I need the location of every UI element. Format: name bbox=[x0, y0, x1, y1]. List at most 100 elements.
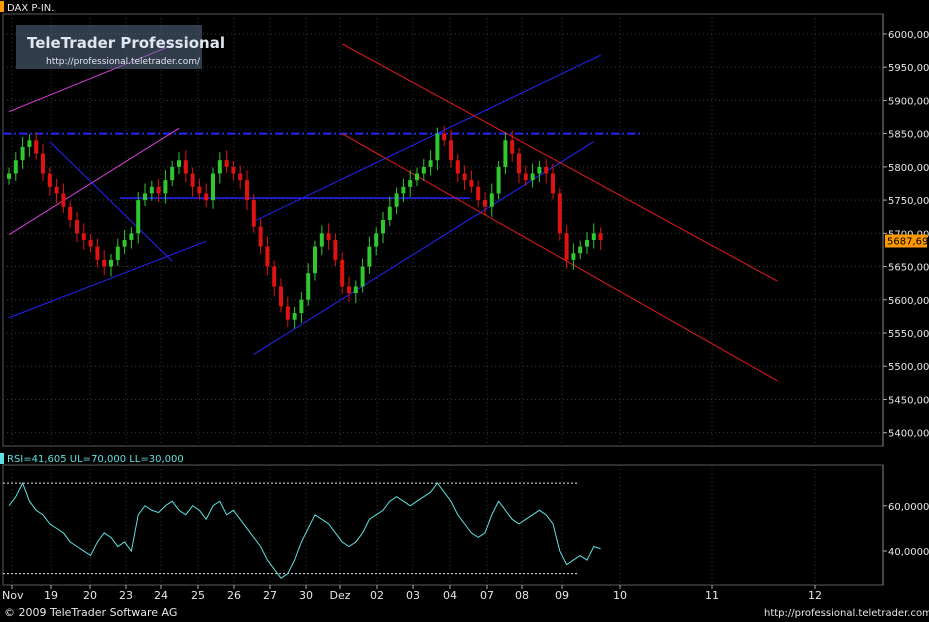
candle-body bbox=[476, 187, 480, 200]
candle-body bbox=[340, 260, 344, 287]
price-tick-label: 5400,00 bbox=[888, 429, 929, 440]
x-tick-label: 09 bbox=[555, 589, 569, 602]
candle-body bbox=[157, 187, 161, 194]
candle-body bbox=[327, 233, 331, 240]
candle-body bbox=[456, 160, 460, 173]
candle-body bbox=[204, 193, 208, 200]
candle-body bbox=[374, 233, 378, 246]
x-tick-label: 26 bbox=[227, 589, 241, 602]
candle-body bbox=[395, 193, 399, 206]
candle-body bbox=[136, 200, 140, 233]
candle-body bbox=[150, 187, 154, 194]
candle-body bbox=[565, 233, 569, 260]
candle-body bbox=[123, 240, 127, 247]
instrument-marker bbox=[0, 1, 4, 12]
candle-body bbox=[571, 253, 575, 260]
x-tick-label: 20 bbox=[83, 589, 97, 602]
x-tick-label: 30 bbox=[299, 589, 313, 602]
candle-body bbox=[225, 160, 229, 167]
candle-body bbox=[211, 174, 215, 201]
candle-body bbox=[7, 174, 11, 179]
candle-body bbox=[245, 180, 249, 200]
candle-body bbox=[415, 174, 419, 181]
logo-url: http://professional.teletrader.com/ bbox=[46, 57, 201, 67]
x-tick-label: 25 bbox=[191, 589, 205, 602]
candle bbox=[558, 187, 562, 240]
candle-body bbox=[218, 160, 222, 173]
instrument-label: DAX P-IN. bbox=[7, 3, 54, 14]
candle-body bbox=[435, 134, 439, 161]
candle-body bbox=[82, 233, 86, 240]
candle-body bbox=[191, 174, 195, 187]
candle-body bbox=[102, 260, 106, 267]
chart-window: 6000,005950,005900,005850,005800,005750,… bbox=[0, 0, 929, 622]
candle-body bbox=[354, 286, 358, 293]
candle-body bbox=[163, 180, 167, 193]
price-tick-label: 5800,00 bbox=[888, 163, 929, 174]
candle-body bbox=[286, 306, 290, 319]
last-price-label: 5687,69 bbox=[887, 237, 928, 248]
candle-body bbox=[503, 140, 507, 167]
candle-body bbox=[61, 193, 65, 206]
candle-body bbox=[381, 220, 385, 233]
candle-body bbox=[490, 193, 494, 206]
candle-body bbox=[401, 187, 405, 194]
x-tick-label: 19 bbox=[44, 589, 58, 602]
candle-body bbox=[524, 174, 528, 181]
rsi-tick-label: 60,0000 bbox=[888, 502, 929, 513]
candle-body bbox=[429, 160, 433, 167]
candle-body bbox=[469, 180, 473, 187]
candle-body bbox=[75, 220, 79, 233]
candle-body bbox=[259, 227, 263, 247]
candle-body bbox=[21, 147, 25, 160]
candle-body bbox=[89, 240, 93, 247]
candle-body bbox=[544, 167, 548, 174]
candle-body bbox=[320, 233, 324, 246]
footer-copyright: © 2009 TeleTrader Software AG bbox=[4, 606, 177, 619]
x-tick-label: 02 bbox=[370, 589, 384, 602]
rsi-title: RSI=41,605 UL=70,000 LL=30,000 bbox=[7, 454, 184, 465]
candle-body bbox=[313, 247, 317, 274]
candle-body bbox=[333, 240, 337, 260]
candle-body bbox=[599, 233, 603, 240]
candle-body bbox=[367, 247, 371, 267]
candle-body bbox=[34, 140, 38, 153]
price-tick-label: 6000,00 bbox=[888, 30, 929, 41]
x-tick-label: 11 bbox=[705, 589, 719, 602]
candle-body bbox=[279, 286, 283, 306]
candle-body bbox=[109, 260, 113, 267]
candle-body bbox=[531, 174, 535, 181]
price-tick-label: 5450,00 bbox=[888, 395, 929, 406]
candle-body bbox=[517, 154, 521, 174]
price-tick-label: 5650,00 bbox=[888, 263, 929, 274]
candle-body bbox=[231, 167, 235, 174]
price-tick-label: 5950,00 bbox=[888, 63, 929, 74]
candle-body bbox=[14, 160, 18, 173]
candle-body bbox=[442, 134, 446, 141]
x-tick-label: 03 bbox=[406, 589, 420, 602]
candle-body bbox=[578, 247, 582, 254]
x-tick-label: 24 bbox=[154, 589, 168, 602]
price-tick-label: 5550,00 bbox=[888, 329, 929, 340]
candle-body bbox=[48, 174, 52, 187]
x-tick-label: 12 bbox=[808, 589, 822, 602]
price-tick-label: 5850,00 bbox=[888, 130, 929, 141]
candle-body bbox=[537, 167, 541, 174]
candle-body bbox=[272, 267, 276, 287]
candle-body bbox=[449, 140, 453, 160]
price-tick-label: 5600,00 bbox=[888, 296, 929, 307]
candle-body bbox=[422, 167, 426, 174]
chart-canvas: 6000,005950,005900,005850,005800,005750,… bbox=[0, 0, 929, 622]
candle-body bbox=[41, 154, 45, 174]
candle-body bbox=[463, 174, 467, 181]
candle-body bbox=[238, 174, 242, 181]
x-tick-label: 23 bbox=[119, 589, 133, 602]
price-panel bbox=[3, 14, 883, 446]
candle-body bbox=[68, 207, 72, 220]
candle-body bbox=[170, 167, 174, 180]
price-tick-label: 5750,00 bbox=[888, 196, 929, 207]
candle-body bbox=[592, 233, 596, 240]
candle-body bbox=[558, 193, 562, 233]
candle-body bbox=[293, 313, 297, 320]
x-tick-label: 07 bbox=[480, 589, 494, 602]
